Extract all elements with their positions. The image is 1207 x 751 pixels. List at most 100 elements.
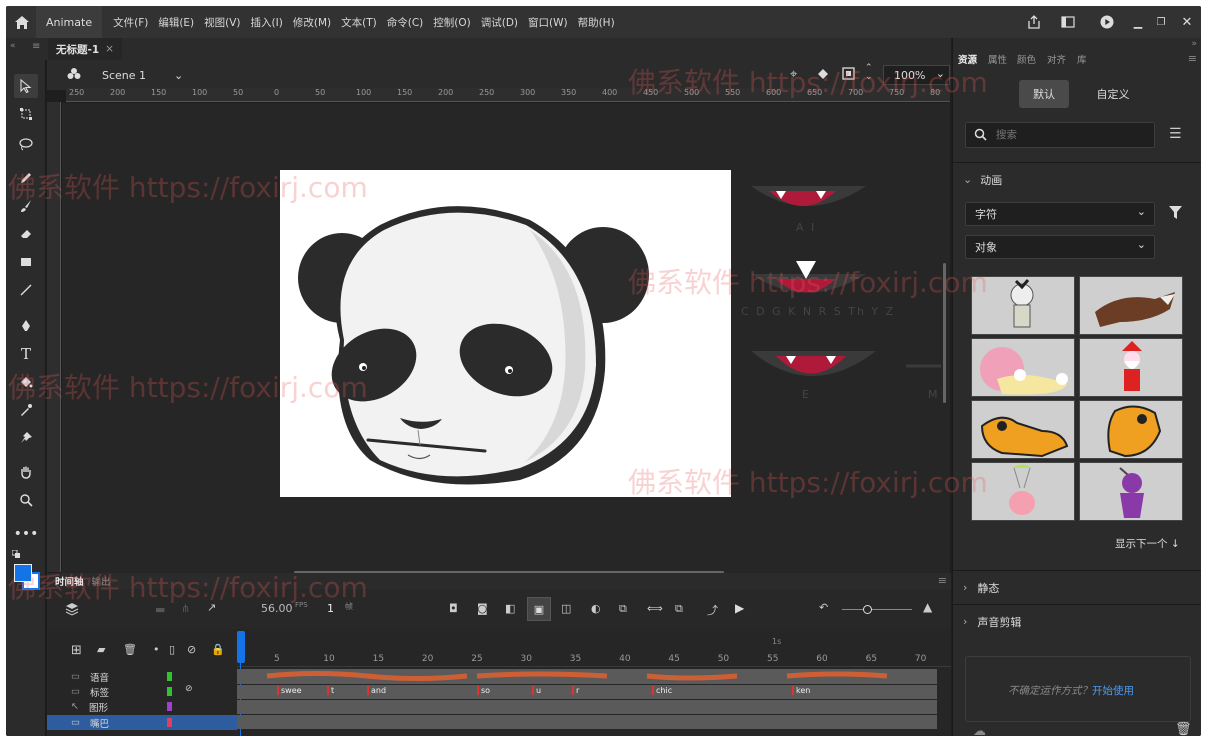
menu-control[interactable]: 控制(O) bbox=[428, 15, 475, 30]
stage-canvas[interactable] bbox=[280, 170, 731, 497]
graph-icon[interactable]: ↗ bbox=[207, 601, 216, 614]
tab-properties[interactable]: 属性 bbox=[988, 52, 1007, 66]
timeline-zoom-slider[interactable] bbox=[842, 609, 912, 610]
expand-icon[interactable]: » bbox=[1191, 39, 1197, 49]
swap-colors-icon[interactable] bbox=[11, 548, 22, 558]
asset-thumbnail[interactable] bbox=[971, 338, 1075, 397]
share-icon[interactable] bbox=[1019, 15, 1049, 29]
tab-output[interactable]: 输出 bbox=[92, 574, 111, 588]
layer-name[interactable]: 语音 bbox=[90, 670, 109, 684]
chevron-down-icon[interactable]: ⌄ bbox=[174, 69, 183, 82]
audio-track[interactable] bbox=[237, 669, 937, 684]
character-dropdown[interactable]: 字符 ⌄ bbox=[965, 202, 1155, 226]
test-movie-icon[interactable] bbox=[1087, 15, 1127, 29]
scene-icon[interactable] bbox=[67, 67, 81, 84]
layer-name[interactable]: 图形 bbox=[89, 700, 108, 714]
paint-bucket-icon[interactable] bbox=[14, 370, 38, 394]
search-box[interactable] bbox=[965, 122, 1155, 148]
frame-label[interactable]: and bbox=[367, 686, 386, 695]
sync-icon[interactable]: ⧉ bbox=[675, 602, 683, 616]
close-tab-icon[interactable]: × bbox=[105, 43, 114, 55]
loop-icon[interactable]: ⤴ bbox=[707, 602, 718, 618]
pencil-icon[interactable] bbox=[14, 166, 38, 190]
line-tool-icon[interactable] bbox=[14, 278, 38, 302]
brush-icon[interactable] bbox=[14, 194, 38, 218]
layer-row[interactable]: ▭ 语音 bbox=[47, 669, 237, 684]
edit-multiple-frames-icon[interactable]: ⧉ bbox=[619, 602, 627, 616]
menu-file[interactable]: 文件(F) bbox=[108, 15, 153, 30]
menu-text[interactable]: 文本(T) bbox=[336, 15, 382, 30]
frame-label[interactable]: r bbox=[572, 686, 579, 695]
menu-edit[interactable]: 编辑(E) bbox=[153, 15, 199, 30]
panel-menu-icon[interactable]: ≡ bbox=[32, 41, 40, 52]
delete-layer-icon[interactable]: 🗑 bbox=[123, 643, 137, 656]
layer-name[interactable]: 嘴巴 bbox=[90, 716, 109, 730]
hidden-icon[interactable]: ⊘ bbox=[185, 684, 193, 694]
menu-window[interactable]: 窗口(W) bbox=[523, 15, 573, 30]
crosshair-icon[interactable]: ⌖ bbox=[790, 67, 797, 82]
tab-align[interactable]: 对齐 bbox=[1047, 52, 1066, 66]
selection-tool-icon[interactable] bbox=[14, 74, 38, 98]
mouth-shapes-graphic[interactable] bbox=[751, 181, 951, 411]
play-icon[interactable]: ▶ bbox=[735, 601, 744, 615]
close-window-button[interactable]: ✕ bbox=[1173, 15, 1201, 30]
panel-menu-icon[interactable]: ≡ bbox=[1188, 52, 1197, 65]
frame-label[interactable]: so bbox=[477, 686, 490, 695]
fps-value[interactable]: 56.00 bbox=[261, 602, 293, 615]
menu-view[interactable]: 视图(V) bbox=[199, 15, 245, 30]
more-tools-icon[interactable]: ••• bbox=[14, 522, 39, 546]
get-started-link[interactable]: 开始使用 bbox=[1092, 685, 1134, 697]
layer-name[interactable]: 标签 bbox=[90, 685, 109, 699]
menu-modify[interactable]: 修改(M) bbox=[288, 15, 336, 30]
section-animation[interactable]: ⌄ 动画 bbox=[953, 162, 1201, 196]
workspace-icon[interactable] bbox=[1049, 16, 1087, 28]
onion-skin-icon[interactable]: ◐ bbox=[591, 602, 601, 615]
add-layer-icon[interactable]: ⊞ bbox=[71, 643, 82, 658]
insert-blank-keyframe-icon[interactable]: ◙ bbox=[477, 602, 488, 615]
insert-keyframe-icon[interactable]: ◘ bbox=[449, 602, 458, 615]
clear-keyframe-icon[interactable]: ◫ bbox=[561, 602, 571, 615]
playhead[interactable] bbox=[237, 631, 245, 663]
section-sound-clips[interactable]: › 声音剪辑 bbox=[953, 604, 1201, 638]
edit-symbols-icon[interactable] bbox=[816, 67, 830, 84]
mouth-track[interactable] bbox=[237, 715, 937, 729]
parenting-icon[interactable]: ⋔ bbox=[181, 602, 190, 615]
tab-library[interactable]: 库 bbox=[1077, 52, 1087, 66]
outline-icon[interactable]: ▯ bbox=[169, 643, 175, 656]
minimize-button[interactable]: ▁ bbox=[1127, 16, 1149, 29]
frame-label[interactable]: swee bbox=[277, 686, 302, 695]
stroke-color-swatch[interactable] bbox=[14, 564, 32, 582]
frame-label[interactable]: t bbox=[327, 686, 334, 695]
folder-icon[interactable]: ▰ bbox=[97, 643, 105, 656]
auto-keyframe-button[interactable]: ▣ bbox=[527, 597, 551, 621]
asset-thumbnail[interactable] bbox=[1079, 462, 1183, 521]
visibility-icon[interactable]: ⊘ bbox=[187, 643, 196, 656]
show-more-link[interactable]: 显示下一个 ↓ bbox=[1115, 536, 1180, 551]
rectangle-tool-icon[interactable] bbox=[14, 250, 38, 274]
restore-button[interactable]: ❐ bbox=[1149, 17, 1173, 28]
zoom-select[interactable]: 100% ⌄ bbox=[883, 65, 950, 85]
layer-row[interactable]: ↖ 图形 bbox=[47, 699, 237, 714]
menu-help[interactable]: 帮助(H) bbox=[573, 15, 620, 30]
tab-timeline[interactable]: 时间轴 bbox=[55, 574, 84, 588]
camera-icon[interactable]: ▬ bbox=[155, 603, 165, 616]
frame-label[interactable]: u bbox=[532, 686, 541, 695]
layers-icon[interactable] bbox=[65, 602, 79, 619]
clip-stage-icon[interactable] bbox=[842, 67, 855, 83]
text-tool-icon[interactable]: T bbox=[14, 342, 38, 366]
menu-commands[interactable]: 命令(C) bbox=[382, 15, 429, 30]
hand-tool-icon[interactable] bbox=[14, 460, 38, 484]
zoom-stepper[interactable]: ⌃ ⌄ bbox=[865, 64, 873, 82]
default-tab-button[interactable]: 默认 bbox=[1019, 80, 1069, 108]
frame-label[interactable]: chic bbox=[652, 686, 672, 695]
frame-label[interactable]: ken bbox=[792, 686, 810, 695]
asset-thumbnail[interactable] bbox=[1079, 338, 1183, 397]
current-frame[interactable]: 1 bbox=[327, 602, 334, 615]
layer-row-selected[interactable]: ▭ 嘴巴 bbox=[47, 715, 237, 730]
tab-assets[interactable]: 资源 bbox=[958, 52, 977, 66]
undo-zoom-icon[interactable]: ↶ bbox=[819, 601, 828, 614]
trash-icon[interactable]: 🗑 bbox=[1175, 722, 1192, 736]
frame-range-icon[interactable]: ⟺ bbox=[647, 602, 663, 615]
collapse-icon[interactable]: « bbox=[10, 41, 16, 51]
panel-menu-icon[interactable]: ≡ bbox=[938, 574, 947, 587]
